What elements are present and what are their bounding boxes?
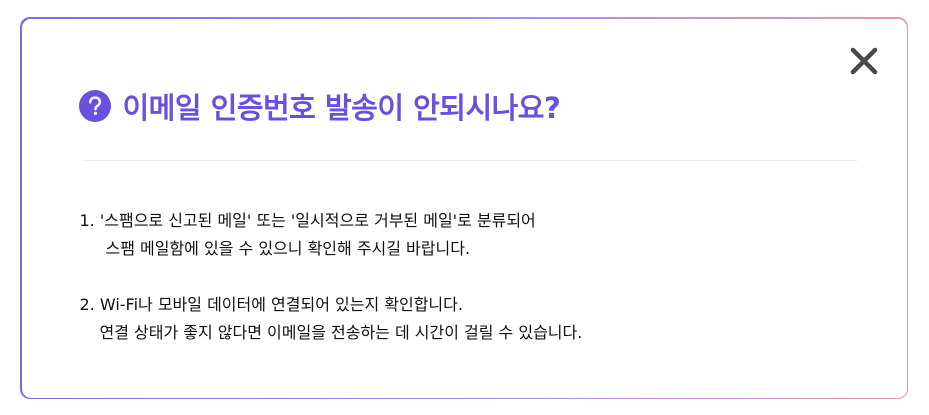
help-content: 1. '스팸으로 신고된 메일' 또는 '일시적으로 거부된 메일'로 분류되어… xyxy=(80,207,880,347)
help-dialog: 이메일 인증번호 발송이 안되시나요? 1. '스팸으로 신고된 메일' 또는 … xyxy=(21,18,907,398)
dialog-header: 이메일 인증번호 발송이 안되시나요? xyxy=(78,85,561,127)
dialog-title: 이메일 인증번호 발송이 안되시나요? xyxy=(122,90,561,125)
help-item-text-continued: 연결 상태가 좋지 않다면 이메일을 전송하는 데 시간이 걸릴 수 있습니다. xyxy=(99,322,583,342)
divider xyxy=(82,159,857,161)
dialog-border: 이메일 인증번호 발송이 안되시나요? 1. '스팸으로 신고된 메일' 또는 … xyxy=(20,17,908,399)
help-item-text: 1. '스팸으로 신고된 메일' 또는 '일시적으로 거부된 메일'로 분류되어 xyxy=(79,210,536,230)
close-x-icon xyxy=(850,47,877,74)
close-button[interactable] xyxy=(849,46,879,76)
help-item-text-continued: 스팸 메일함에 있을 수 있으니 확인해 주시길 바랍니다. xyxy=(105,238,471,258)
help-item: 1. '스팸으로 신고된 메일' 또는 '일시적으로 거부된 메일'로 분류되어… xyxy=(80,207,880,263)
help-item: 2. Wi-Fi나 모바일 데이터에 연결되어 있는지 확인합니다. 연결 상태… xyxy=(80,291,880,347)
question-mark-circle-icon xyxy=(78,89,111,122)
help-item-text: 2. Wi-Fi나 모바일 데이터에 연결되어 있는지 확인합니다. xyxy=(79,294,463,314)
